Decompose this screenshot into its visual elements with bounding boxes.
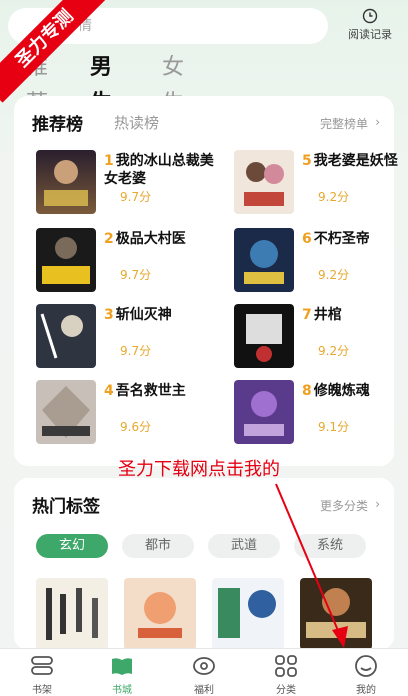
book-rank: 1 [104,153,114,169]
book-score: 9.7分 [120,190,152,204]
book-score: 9.2分 [318,190,350,204]
nav-mine-label: 我的 [356,685,376,696]
book-cover [36,150,96,214]
book-title-wrap: 5 我老婆是妖怪 [302,152,408,170]
nav-welfare-label: 福利 [194,685,214,696]
reading-history-label: 阅读记录 [348,28,392,41]
book-title: 斩仙灭神 [115,307,172,323]
book-rank: 8 [302,383,312,399]
ranking-card: 推荐榜 热读榜 完整榜单 › 1 我的冰山总裁美女老婆 9.7分 5 我老婆是妖怪 … [14,96,398,466]
bookshelf-icon [31,656,53,675]
ranking-header: 推荐榜 热读榜 完整榜单 › [14,96,394,146]
ranking-book-item[interactable]: 3 斩仙灭神 9.7分 [36,304,221,372]
book-title-wrap: 2 极品大村医 [104,230,219,248]
book-rank: 7 [302,307,312,323]
nav-bookshelf-label: 书架 [32,685,52,696]
book-title-wrap: 7 井棺 [302,306,408,324]
book-title-wrap: 8 修魄炼魂 [302,382,408,400]
ranking-book-item[interactable]: 7 井棺 9.2分 [234,304,408,372]
book-rank: 6 [302,231,312,247]
book-score: 9.7分 [120,344,152,358]
nav-category-label: 分类 [276,685,296,696]
book-score: 9.7分 [120,268,152,282]
book-cover [36,304,96,368]
tag-dushi[interactable]: 都市 [122,534,194,558]
ranking-book-item[interactable]: 5 我老婆是妖怪 9.2分 [234,150,408,218]
book-open-icon [112,658,132,675]
book-title-wrap: 3 斩仙灭神 [104,306,219,324]
book-score: 9.2分 [318,344,350,358]
book-cover [234,380,294,444]
book-title: 极品大村医 [115,231,186,247]
ranking-book-item[interactable]: 6 不朽圣帝 9.2分 [234,228,408,296]
book-title-wrap: 1 我的冰山总裁美女老婆 [104,152,219,188]
arrow-icon [275,483,348,648]
nav-bookshelf[interactable]: 书架 [12,653,72,696]
full-ranking-link[interactable]: 完整榜单 › [319,115,380,132]
book-title: 不朽圣帝 [313,231,370,247]
book-title: 井棺 [313,307,342,323]
eye-icon [193,657,215,675]
book-title: 吾名救世主 [115,383,186,399]
book-cover [36,380,96,444]
book-title: 我老婆是妖怪 [313,153,398,169]
book-rank: 4 [104,383,114,399]
tab-recommend-rank[interactable]: 推荐榜 [32,110,83,135]
book-title-wrap: 6 不朽圣帝 [302,230,408,248]
reading-history-button[interactable]: 阅读记录 [338,8,402,44]
book-rank: 5 [302,153,312,169]
book-cover [234,228,294,292]
hot-tags-title: 热门标签 [32,497,100,517]
book-score: 9.1分 [318,420,350,434]
book-rank: 2 [104,231,114,247]
nav-welfare[interactable]: 福利 [174,653,234,696]
book-title: 我的冰山总裁美女老婆 [104,153,214,187]
book-cover [234,304,294,368]
book-cover [234,150,294,214]
ranking-book-item[interactable]: 2 极品大村医 9.7分 [36,228,221,296]
tag-book-cover[interactable] [124,578,196,650]
chevron-right-icon: › [375,115,380,129]
book-title-wrap: 4 吾名救世主 [104,382,219,400]
book-title: 修魄炼魂 [313,383,370,399]
book-score: 9.2分 [318,268,350,282]
full-ranking-label: 完整榜单 [319,117,368,131]
ranking-book-item[interactable]: 8 修魄炼魂 9.1分 [234,380,408,448]
nav-bookstore[interactable]: 书城 [92,653,152,696]
chevron-right-icon: › [375,497,380,511]
book-cover [36,228,96,292]
ranking-book-item[interactable]: 1 我的冰山总裁美女老婆 9.7分 [36,150,221,218]
tag-xuanhuan[interactable]: 玄幻 [36,534,108,558]
tab-hot-rank[interactable]: 热读榜 [114,112,159,133]
ranking-book-item[interactable]: 4 吾名救世主 9.6分 [36,380,221,448]
clock-icon [362,8,378,24]
book-rank: 3 [104,307,114,323]
promo-text: 圣力下载网点击我的 [118,459,280,480]
nav-bookstore-label: 书城 [112,685,132,696]
book-score: 9.6分 [120,420,152,434]
tag-book-cover[interactable] [36,578,108,650]
